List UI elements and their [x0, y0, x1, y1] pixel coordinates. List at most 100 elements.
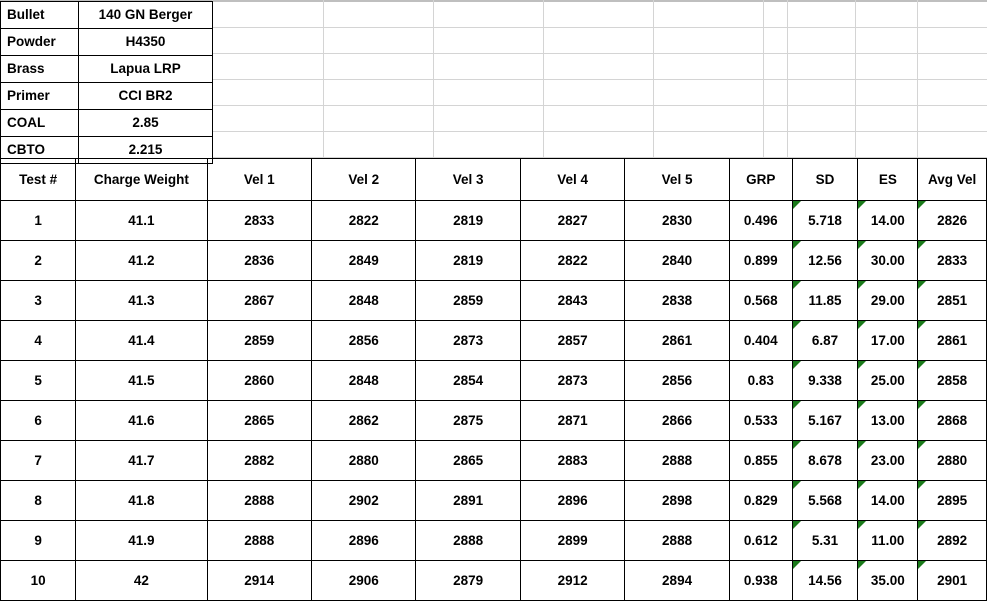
cell-avg-vel[interactable]: 2892: [917, 520, 987, 561]
cell-vel-4[interactable]: 2857: [519, 320, 626, 361]
cell-vel-2[interactable]: 2822: [310, 200, 417, 241]
cell-es[interactable]: 11.00: [857, 520, 919, 561]
cell-vel-3[interactable]: 2865: [415, 440, 521, 481]
cell-grp[interactable]: 0.404: [728, 320, 793, 361]
cell-vel-4[interactable]: 2843: [519, 280, 626, 321]
cell-vel-4[interactable]: 2873: [519, 360, 626, 401]
cell-vel-1[interactable]: 2833: [206, 200, 312, 241]
cell-es[interactable]: 14.00: [857, 480, 919, 521]
cell-grp[interactable]: 0.568: [728, 280, 793, 321]
table-row[interactable]: 2 41.2 2836 2849 2819 2822 2840 0.899 12.56 30.00…: [0, 240, 987, 281]
cell-vel-3[interactable]: 2888: [415, 520, 521, 561]
cell-avg-vel[interactable]: 2826: [917, 200, 987, 241]
cell-vel-1[interactable]: 2888: [206, 480, 312, 521]
cell-es[interactable]: 14.00: [857, 200, 919, 241]
cell-test-number[interactable]: 2: [0, 240, 77, 281]
cell-vel-5[interactable]: 2898: [624, 480, 730, 521]
cell-charge-weight[interactable]: 42: [75, 560, 208, 601]
cell-sd[interactable]: 14.56: [791, 560, 859, 601]
cell-vel-5[interactable]: 2830: [624, 200, 730, 241]
cell-sd[interactable]: 12.56: [791, 240, 859, 281]
cell-vel-2[interactable]: 2848: [310, 280, 417, 321]
cell-vel-3[interactable]: 2891: [415, 480, 521, 521]
cell-sd[interactable]: 6.87: [791, 320, 859, 361]
cell-grp[interactable]: 0.899: [728, 240, 793, 281]
cell-avg-vel[interactable]: 2895: [917, 480, 987, 521]
column-header-sd[interactable]: SD: [791, 158, 859, 201]
table-row[interactable]: 10 42 2914 2906 2879 2912 2894 0.938 14.56 35.00 2…: [0, 560, 987, 601]
cell-grp[interactable]: 0.83: [728, 360, 793, 401]
cell-vel-3[interactable]: 2854: [415, 360, 521, 401]
cell-vel-2[interactable]: 2906: [310, 560, 417, 601]
cell-vel-2[interactable]: 2862: [310, 400, 417, 441]
cell-test-number[interactable]: 1: [0, 200, 77, 241]
cell-test-number[interactable]: 5: [0, 360, 77, 401]
table-row[interactable]: 1 41.1 2833 2822 2819 2827 2830 0.496 5.718 14.00…: [0, 200, 987, 241]
cell-sd[interactable]: 5.167: [791, 400, 859, 441]
table-row[interactable]: 3 41.3 2867 2848 2859 2843 2838 0.568 11.85 29.00…: [0, 280, 987, 321]
table-row[interactable]: Bullet 140 GN Berger: [0, 1, 213, 29]
cell-charge-weight[interactable]: 41.3: [75, 280, 208, 321]
cell-charge-weight[interactable]: 41.5: [75, 360, 208, 401]
cell-vel-2[interactable]: 2880: [310, 440, 417, 481]
table-row[interactable]: 7 41.7 2882 2880 2865 2883 2888 0.855 8.678 23.00…: [0, 440, 987, 481]
cell-vel-1[interactable]: 2865: [206, 400, 312, 441]
cell-avg-vel[interactable]: 2858: [917, 360, 987, 401]
cell-vel-2[interactable]: 2896: [310, 520, 417, 561]
column-header-grp[interactable]: GRP: [728, 158, 793, 201]
cell-charge-weight[interactable]: 41.1: [75, 200, 208, 241]
cell-vel-5[interactable]: 2838: [624, 280, 730, 321]
cell-es[interactable]: 30.00: [857, 240, 919, 281]
cell-es[interactable]: 25.00: [857, 360, 919, 401]
table-row[interactable]: 9 41.9 2888 2896 2888 2899 2888 0.612 5.31 11.00 2…: [0, 520, 987, 561]
cell-es[interactable]: 29.00: [857, 280, 919, 321]
table-row[interactable]: 5 41.5 2860 2848 2854 2873 2856 0.83 9.338 25.00 2…: [0, 360, 987, 401]
cell-grp[interactable]: 0.938: [728, 560, 793, 601]
cell-sd[interactable]: 5.568: [791, 480, 859, 521]
cell-vel-1[interactable]: 2914: [206, 560, 312, 601]
cell-es[interactable]: 17.00: [857, 320, 919, 361]
cell-test-number[interactable]: 4: [0, 320, 77, 361]
cell-test-number[interactable]: 8: [0, 480, 77, 521]
column-header-vel5[interactable]: Vel 5: [624, 158, 730, 201]
cell-vel-5[interactable]: 2894: [624, 560, 730, 601]
cell-vel-5[interactable]: 2840: [624, 240, 730, 281]
cell-sd[interactable]: 11.85: [791, 280, 859, 321]
cell-charge-weight[interactable]: 41.8: [75, 480, 208, 521]
cell-vel-1[interactable]: 2882: [206, 440, 312, 481]
cell-vel-5[interactable]: 2888: [624, 440, 730, 481]
cell-test-number[interactable]: 9: [0, 520, 77, 561]
cell-vel-1[interactable]: 2860: [206, 360, 312, 401]
cell-sd[interactable]: 5.718: [791, 200, 859, 241]
cell-es[interactable]: 35.00: [857, 560, 919, 601]
cell-grp[interactable]: 0.829: [728, 480, 793, 521]
cell-vel-2[interactable]: 2856: [310, 320, 417, 361]
cell-grp[interactable]: 0.612: [728, 520, 793, 561]
cell-grp[interactable]: 0.855: [728, 440, 793, 481]
column-header-vel2[interactable]: Vel 2: [310, 158, 417, 201]
cell-vel-1[interactable]: 2836: [206, 240, 312, 281]
cell-grp[interactable]: 0.533: [728, 400, 793, 441]
cell-vel-4[interactable]: 2822: [519, 240, 626, 281]
cell-test-number[interactable]: 10: [0, 560, 77, 601]
cell-es[interactable]: 13.00: [857, 400, 919, 441]
cell-vel-3[interactable]: 2819: [415, 200, 521, 241]
column-header-es[interactable]: ES: [857, 158, 919, 201]
cell-vel-2[interactable]: 2849: [310, 240, 417, 281]
cell-avg-vel[interactable]: 2861: [917, 320, 987, 361]
cell-vel-3[interactable]: 2873: [415, 320, 521, 361]
cell-vel-3[interactable]: 2859: [415, 280, 521, 321]
table-row[interactable]: 8 41.8 2888 2902 2891 2896 2898 0.829 5.568 14.00…: [0, 480, 987, 521]
column-header-vel3[interactable]: Vel 3: [415, 158, 521, 201]
cell-vel-5[interactable]: 2866: [624, 400, 730, 441]
table-row[interactable]: 6 41.6 2865 2862 2875 2871 2866 0.533 5.167 13.00…: [0, 400, 987, 441]
cell-vel-3[interactable]: 2875: [415, 400, 521, 441]
cell-charge-weight[interactable]: 41.7: [75, 440, 208, 481]
cell-vel-5[interactable]: 2861: [624, 320, 730, 361]
cell-charge-weight[interactable]: 41.6: [75, 400, 208, 441]
column-header-test[interactable]: Test #: [0, 158, 77, 201]
cell-es[interactable]: 23.00: [857, 440, 919, 481]
cell-vel-4[interactable]: 2899: [519, 520, 626, 561]
cell-vel-5[interactable]: 2856: [624, 360, 730, 401]
table-row[interactable]: Primer CCI BR2: [0, 82, 213, 110]
